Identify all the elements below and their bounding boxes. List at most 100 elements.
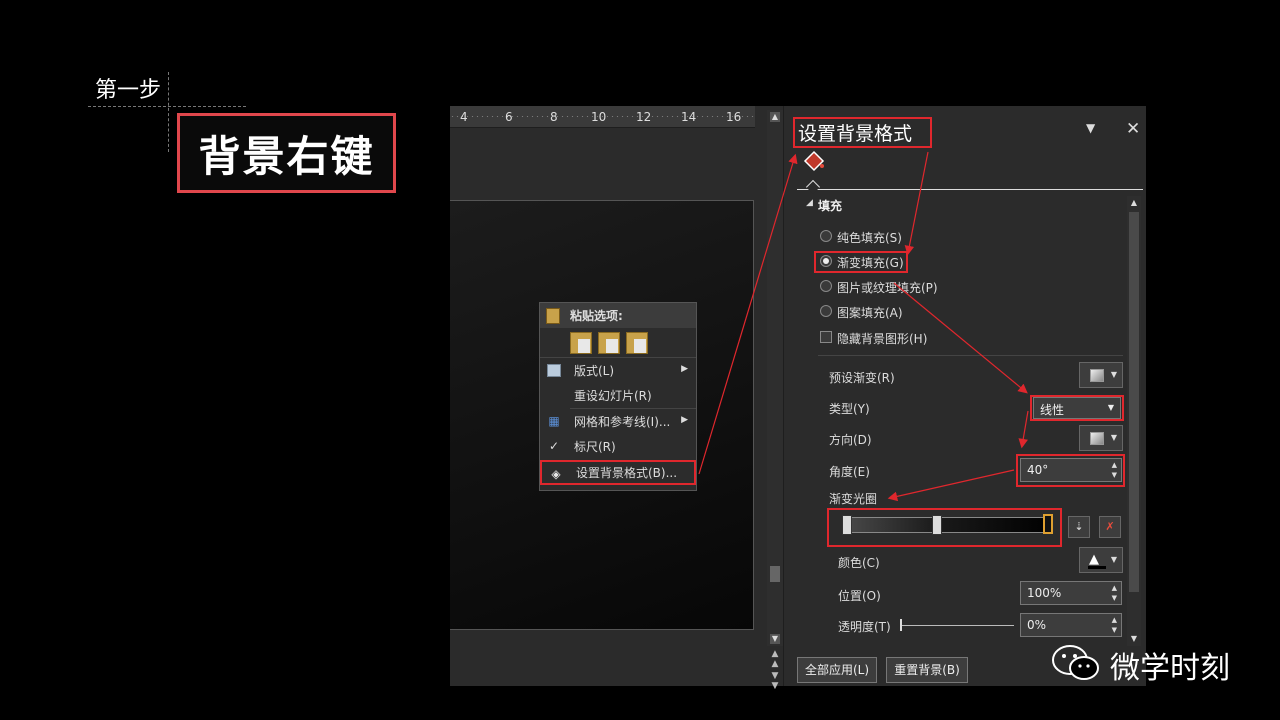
direction-dropdown[interactable]: ▼ <box>1079 425 1123 451</box>
ruler-tick: 10 <box>591 110 607 124</box>
menu-item-label: 重设幻灯片(R) <box>574 389 652 403</box>
paste-options-row <box>540 328 696 358</box>
pane-divider <box>797 189 1143 190</box>
gradient-stops-bar[interactable] <box>843 517 1053 533</box>
preset-gradient-dropdown[interactable]: ▼ <box>1079 362 1123 388</box>
label-gradient-stops: 渐变光圈 <box>829 492 878 506</box>
paste-keep-format-icon[interactable] <box>598 331 620 354</box>
label-preset-gradient: 预设渐变(R) <box>829 371 895 385</box>
slide-nav-arrows[interactable]: ▲ ▲ ▼ ▼ <box>768 649 782 691</box>
format-background-icon: ◈ <box>551 467 561 481</box>
pane-options-dropdown-icon[interactable]: ▼ <box>1086 121 1095 135</box>
watermark-text: 微学时刻 <box>1110 651 1230 686</box>
gradient-stop-3[interactable] <box>1043 514 1053 534</box>
horizontal-ruler: 4 6 8 10 12 14 16 <box>450 106 755 128</box>
prev-slide-icon[interactable]: ▲ ▲ <box>768 649 782 669</box>
paste-options-label: 粘贴选项: <box>570 309 623 323</box>
gradient-stop-1[interactable] <box>842 515 852 535</box>
radio-solid-fill[interactable] <box>820 230 832 242</box>
ruler-tick: 16 <box>726 110 742 124</box>
fill-bucket-icon[interactable] <box>803 150 825 172</box>
type-select[interactable]: 线性 ▼ <box>1033 397 1121 419</box>
layout-icon <box>547 364 561 377</box>
remove-stop-icon[interactable]: ✗ <box>1099 516 1121 538</box>
pane-title: 设置背景格式 <box>798 123 913 145</box>
menu-item-label: 网格和参考线(I)... <box>574 415 671 429</box>
transparency-value: 0% <box>1027 618 1047 632</box>
spin-arrows-icon[interactable]: ▲ ▼ <box>1112 615 1117 635</box>
chevron-down-icon: ▼ <box>1107 403 1114 412</box>
wechat-icon <box>1052 645 1099 680</box>
divider-line <box>88 106 246 107</box>
apply-all-button[interactable]: 全部应用(L) <box>797 657 877 683</box>
transparency-slider-track[interactable] <box>902 625 1014 626</box>
submenu-arrow-icon: ▶ <box>681 364 688 374</box>
collapse-fill-icon[interactable]: ◢ <box>806 198 813 208</box>
label-gradient-fill: 渐变填充(G) <box>837 256 904 270</box>
chevron-down-icon: ▼ <box>1110 433 1117 442</box>
checkbox-hide-bg-graphics[interactable] <box>820 331 832 343</box>
scroll-up-icon[interactable]: ▲ <box>770 112 780 122</box>
grid-icon: ▦ <box>548 414 560 428</box>
menu-item-label: 标尺(R) <box>574 440 616 454</box>
menu-item-layout[interactable]: 版式(L) ▶ <box>540 358 696 383</box>
menu-item-label: 版式(L) <box>574 364 615 378</box>
scroll-up-icon[interactable]: ▲ <box>1129 198 1139 208</box>
scroll-thumb[interactable] <box>770 566 780 582</box>
close-icon[interactable]: ✕ <box>1126 119 1140 139</box>
angle-value: 40° <box>1027 463 1049 477</box>
spin-arrows-icon[interactable]: ▲ ▼ <box>1112 460 1117 480</box>
ruler-tick: 14 <box>681 110 697 124</box>
reset-background-button[interactable]: 重置背景(B) <box>886 657 968 683</box>
submenu-arrow-icon: ▶ <box>681 415 688 425</box>
label-hide-bg-graphics: 隐藏背景图形(H) <box>837 332 928 346</box>
clipboard-icon <box>546 307 560 324</box>
next-slide-icon[interactable]: ▼ ▼ <box>768 671 782 691</box>
label-direction: 方向(D) <box>829 433 872 447</box>
paint-bucket-icon: ▲ <box>1089 552 1099 567</box>
label-solid-fill: 纯色填充(S) <box>837 231 902 245</box>
add-stop-icon[interactable]: ⇣ <box>1068 516 1090 538</box>
menu-item-ruler[interactable]: ✓ 标尺(R) <box>540 434 696 459</box>
color-picker-dropdown[interactable]: ▲ ▼ <box>1079 547 1123 573</box>
paste-picture-icon[interactable] <box>626 331 648 354</box>
spin-arrows-icon[interactable]: ▲ ▼ <box>1112 583 1117 603</box>
menu-item-reset-slide[interactable]: 重设幻灯片(R) <box>540 383 696 408</box>
label-angle: 角度(E) <box>829 465 870 479</box>
chevron-down-icon: ▼ <box>1110 555 1117 564</box>
ruler-tick: 4 <box>460 110 468 124</box>
slide-scrollbar[interactable]: ▲ ▼ <box>767 110 783 646</box>
menu-item-format-background[interactable]: ◈ 设置背景格式(B)... <box>540 460 696 485</box>
pane-scrollbar[interactable]: ▲ ▼ <box>1127 196 1141 646</box>
ruler-tick: 6 <box>505 110 513 124</box>
ruler-tick: 8 <box>550 110 558 124</box>
gradient-stop-2[interactable] <box>932 515 942 535</box>
menu-item-label: 设置背景格式(B)... <box>576 466 678 480</box>
scroll-thumb[interactable] <box>1129 212 1139 592</box>
direction-swatch-icon <box>1090 432 1104 445</box>
transparency-slider-handle[interactable] <box>900 619 902 631</box>
type-select-value: 线性 <box>1040 403 1065 417</box>
menu-item-grid-guides[interactable]: ▦ 网格和参考线(I)... ▶ <box>540 409 696 434</box>
paste-use-destination-icon[interactable] <box>570 331 592 354</box>
position-value: 100% <box>1027 586 1062 600</box>
angle-input[interactable]: 40° ▲ ▼ <box>1020 458 1122 482</box>
chevron-down-icon: ▼ <box>1110 370 1117 379</box>
radio-picture-fill[interactable] <box>820 280 832 292</box>
section-fill-header[interactable]: 填充 <box>818 197 842 214</box>
page-title: 背景右键 <box>198 131 375 181</box>
position-input[interactable]: 100% ▲ ▼ <box>1020 581 1122 605</box>
color-underline <box>1088 566 1106 569</box>
label-pattern-fill: 图案填充(A) <box>837 306 903 320</box>
check-icon: ✓ <box>548 439 560 453</box>
label-color: 颜色(C) <box>838 556 880 570</box>
divider-line-vertical <box>168 72 169 152</box>
paste-options-header: 粘贴选项: <box>540 303 696 328</box>
radio-pattern-fill[interactable] <box>820 305 832 317</box>
label-position: 位置(O) <box>838 589 881 603</box>
scroll-down-icon[interactable]: ▼ <box>770 634 780 644</box>
transparency-input[interactable]: 0% ▲ ▼ <box>1020 613 1122 637</box>
gradient-swatch-icon <box>1090 369 1104 382</box>
radio-gradient-fill[interactable] <box>820 255 832 267</box>
step-label: 第一步 <box>95 78 162 103</box>
